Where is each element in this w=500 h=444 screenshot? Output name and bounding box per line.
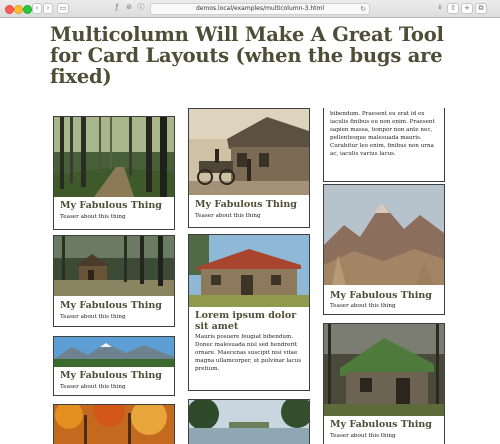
card-forest[interactable]: My Fabulous Thing Teaser about this thin… bbox=[53, 116, 175, 230]
zoom-window-button[interactable] bbox=[23, 5, 32, 14]
card-title: My Fabulous Thing bbox=[330, 419, 432, 430]
extension-button[interactable]: ƒ bbox=[112, 3, 122, 14]
card-teaser: Teaser about this thing bbox=[60, 214, 126, 220]
card-title: My Fabulous Thing bbox=[195, 199, 297, 210]
url-text[interactable]: demos.local/examples/multicolumn-3.html bbox=[151, 5, 369, 13]
chevron-right-icon: › bbox=[46, 4, 50, 12]
info-icon: ⓘ bbox=[137, 3, 145, 11]
card-continued-text[interactable]: bibendum. Praesent eu erat id ex iaculis… bbox=[323, 108, 445, 182]
card-teaser: Teaser about this thing bbox=[195, 213, 261, 219]
card-wagon[interactable]: My Fabulous Thing Teaser about this thin… bbox=[188, 108, 310, 228]
sidebar-icon: ▭ bbox=[59, 4, 67, 12]
card-green-roof-cabin[interactable]: My Fabulous Thing Teaser about this thin… bbox=[323, 323, 445, 444]
tabs-icon: ⧉ bbox=[478, 4, 484, 12]
card-image-forest bbox=[54, 117, 174, 197]
browser-toolbar: ‹ › ▭ ƒ ⊘ ⓘ demos.local/examples/multico… bbox=[0, 0, 500, 18]
sidebar-button[interactable]: ▭ bbox=[57, 3, 69, 14]
card-autumn[interactable] bbox=[53, 404, 175, 444]
card-image-mountain-lake bbox=[54, 337, 174, 367]
share-icon: ⇧ bbox=[450, 4, 456, 12]
card-teaser: bibendum. Praesent eu erat id ex iaculis… bbox=[330, 111, 435, 157]
card-image-wagon bbox=[189, 109, 309, 195]
card-image-autumn bbox=[54, 405, 174, 444]
card-teaser: Teaser about this thing bbox=[330, 303, 396, 309]
card-image-lake-trees bbox=[189, 400, 309, 444]
shield-icon: ⊘ bbox=[126, 3, 132, 11]
downloads-button[interactable]: ↓ bbox=[435, 3, 445, 14]
card-mountain-lake[interactable]: My Fabulous Thing Teaser about this thin… bbox=[53, 336, 175, 396]
forward-button[interactable]: › bbox=[43, 3, 53, 14]
card-teaser: Teaser about this thing bbox=[60, 384, 126, 390]
privacy-button[interactable]: ⊘ bbox=[124, 3, 134, 14]
card-title: Lorem ipsum dolor sit amet bbox=[195, 310, 297, 332]
new-tab-button[interactable]: + bbox=[461, 3, 473, 14]
card-teaser: Teaser about this thing bbox=[60, 314, 126, 320]
back-button[interactable]: ‹ bbox=[32, 3, 42, 14]
download-icon: ↓ bbox=[437, 3, 443, 11]
card-title: My Fabulous Thing bbox=[60, 200, 162, 211]
card-image-green-roof-cabin bbox=[324, 324, 444, 416]
share-button[interactable]: ⇧ bbox=[447, 3, 459, 14]
card-desert-mountains[interactable]: My Fabulous Thing Teaser about this thin… bbox=[323, 184, 445, 315]
reload-icon[interactable]: ↻ bbox=[360, 4, 366, 14]
tab-overview-button[interactable]: ⧉ bbox=[475, 3, 487, 14]
card-barn[interactable]: Lorem ipsum dolor sit amet Mauris posuer… bbox=[188, 234, 310, 391]
address-bar[interactable]: demos.local/examples/multicolumn-3.html … bbox=[150, 3, 370, 15]
card-title: My Fabulous Thing bbox=[60, 370, 162, 381]
close-window-button[interactable] bbox=[5, 5, 14, 14]
extension-icon: ƒ bbox=[115, 3, 119, 11]
card-lake-trees[interactable] bbox=[188, 399, 310, 444]
plus-icon: + bbox=[464, 4, 470, 12]
card-image-cabin-forest bbox=[54, 236, 174, 296]
card-title: My Fabulous Thing bbox=[330, 290, 432, 301]
card-teaser: Mauris posuere feugiat bibendum. Donec m… bbox=[195, 334, 302, 372]
card-cabin-forest[interactable]: My Fabulous Thing Teaser about this thin… bbox=[53, 235, 175, 327]
info-button[interactable]: ⓘ bbox=[136, 3, 146, 14]
card-title: My Fabulous Thing bbox=[60, 300, 162, 311]
card-image-barn bbox=[189, 235, 309, 307]
card-teaser: Teaser about this thing bbox=[330, 433, 396, 439]
page-title: Multicolumn Will Make A Great Tool for C… bbox=[50, 23, 444, 88]
minimize-window-button[interactable] bbox=[14, 5, 23, 14]
chevron-left-icon: ‹ bbox=[35, 4, 39, 12]
card-image-desert-mountains bbox=[324, 185, 444, 285]
